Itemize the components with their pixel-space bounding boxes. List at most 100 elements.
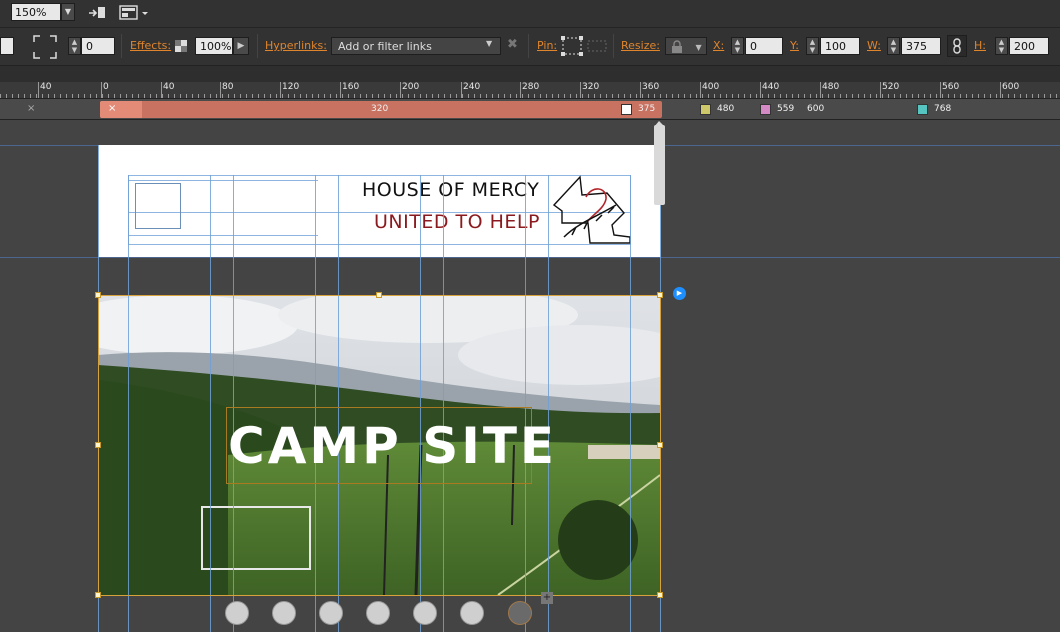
breakpoint-768-swatch-icon[interactable] [917, 104, 928, 115]
slideshow-dot[interactable] [366, 601, 390, 625]
effects-label[interactable]: Effects: [130, 39, 171, 52]
x-label: X: [713, 39, 725, 52]
slideshow-dot[interactable] [460, 601, 484, 625]
slideshow-dot-active[interactable] [508, 601, 532, 625]
ruler-tick [768, 94, 769, 98]
h-spinner[interactable]: ▲ ▼ [995, 37, 1008, 55]
breakpoint-600-label[interactable]: 600 [807, 104, 824, 114]
pin-scroll-icon[interactable] [587, 38, 607, 54]
opacity-arrow-icon[interactable]: ▶ [233, 37, 249, 55]
ruler-tick [924, 94, 925, 98]
h-field[interactable]: 200 [1009, 37, 1049, 55]
ruler-label: 0 [103, 82, 109, 92]
resize-dropdown[interactable]: ▼ [665, 37, 707, 55]
site-subtitle[interactable]: UNITED TO HELP [374, 211, 540, 233]
opacity-field[interactable]: 100% [195, 37, 233, 55]
ruler-tick [840, 94, 841, 98]
resize-handle[interactable] [95, 592, 101, 598]
breakpoint-480-swatch-icon[interactable] [700, 104, 711, 115]
ruler-tick [186, 94, 187, 98]
current-width-label: 375 [638, 104, 656, 114]
horizontal-ruler[interactable]: 40 0 40 80 120 160 200 240 280 320 360 400 440 480 520… [0, 82, 1060, 99]
ruler-label: 240 [463, 82, 481, 92]
resize-label[interactable]: Resize: [621, 39, 660, 52]
view-mode-icon[interactable] [119, 4, 151, 22]
pin-label[interactable]: Pin: [537, 39, 557, 52]
zoom-dropdown-chevron-icon[interactable]: ▼ [61, 3, 75, 21]
add-slide-plus-icon[interactable]: + [541, 592, 553, 604]
ruler-tick [588, 94, 589, 98]
pin-position-icon[interactable] [561, 36, 583, 56]
ruler-tick [864, 94, 865, 98]
w-field[interactable]: 375 [901, 37, 941, 55]
logo-placeholder-frame[interactable] [135, 183, 181, 229]
ruler-label: 400 [702, 82, 720, 92]
ruler-major-tick [161, 82, 162, 98]
hyperlinks-input[interactable]: Add or filter links [331, 37, 501, 55]
ruler-tick [954, 94, 955, 98]
constrain-proportions-link-icon[interactable] [947, 35, 967, 57]
options-arrow-icon[interactable]: ▶ [673, 287, 686, 300]
y-field[interactable]: 100 [820, 37, 860, 55]
stroke-width-field[interactable]: 0 [81, 37, 115, 55]
slideshow-dot[interactable] [225, 601, 249, 625]
ruler-tick [306, 94, 307, 98]
ruler-tick [90, 94, 91, 98]
ruler-tick [990, 94, 991, 98]
ruler-tick [612, 94, 613, 98]
ruler-tick [6, 94, 7, 98]
ruler-tick [798, 94, 799, 98]
y-spinner[interactable]: ▲ ▼ [806, 37, 819, 55]
left-cut-field[interactable] [0, 37, 14, 55]
ruler-tick [270, 94, 271, 98]
resize-handle[interactable] [657, 592, 663, 598]
ruler-tick [252, 94, 253, 98]
w-spinner[interactable]: ▲ ▼ [887, 37, 900, 55]
breakpoint-768-label[interactable]: 768 [934, 104, 951, 114]
ruler-tick [420, 94, 421, 98]
breakpoint-480-label[interactable]: 480 [717, 104, 734, 114]
stroke-spinner[interactable]: ▲ ▼ [68, 37, 81, 55]
page-height-handle[interactable] [654, 125, 665, 205]
x-field[interactable]: 0 [745, 37, 783, 55]
resize-handle[interactable] [376, 292, 382, 298]
breakpoint-559-swatch-icon[interactable] [760, 104, 771, 115]
slideshow-dot[interactable] [319, 601, 343, 625]
divider [121, 34, 122, 58]
ruler-tick [480, 94, 481, 98]
ruler-tick [96, 94, 97, 98]
ruler-tick [636, 94, 637, 98]
hyperlinks-label[interactable]: Hyperlinks: [265, 39, 327, 52]
slideshow-dot[interactable] [413, 601, 437, 625]
breakpoint-remove-icon[interactable]: × [108, 103, 116, 114]
resize-handle[interactable] [95, 442, 101, 448]
ruler-tick [102, 94, 103, 98]
resize-handle[interactable] [95, 292, 101, 298]
ruler-tick [1044, 94, 1045, 98]
ruler-tick [492, 94, 493, 98]
corner-shape-icon[interactable] [33, 35, 57, 59]
slideshow-dot[interactable] [272, 601, 296, 625]
ruler-tick [234, 94, 235, 98]
breakpoint-close-icon[interactable]: × [27, 103, 35, 114]
site-title[interactable]: HOUSE OF MERCY [362, 179, 539, 201]
x-spinner[interactable]: ▲ ▼ [731, 37, 744, 55]
ruler-tick [1026, 94, 1027, 98]
go-to-page-icon[interactable] [87, 5, 107, 21]
ruler-tick [870, 94, 871, 98]
resize-handle[interactable] [657, 292, 663, 298]
ruler-tick [402, 94, 403, 98]
ruler-tick [408, 94, 409, 98]
clear-link-icon[interactable]: ✖ [507, 37, 518, 52]
horizontal-guide[interactable] [0, 257, 1060, 258]
ruler-major-tick [461, 82, 462, 98]
resize-lock-icon [672, 40, 682, 53]
breakpoint-559-label[interactable]: 559 [777, 104, 794, 114]
hyperlinks-chevron-down-icon[interactable]: ▼ [486, 39, 492, 48]
house-heart-logo-icon[interactable] [552, 175, 632, 245]
divider [257, 34, 258, 58]
zoom-level-field[interactable]: 150% [11, 3, 61, 21]
hero-title[interactable]: CAMP SITE [228, 417, 557, 475]
resize-handle[interactable] [657, 442, 663, 448]
ruler-major-tick [580, 82, 581, 98]
